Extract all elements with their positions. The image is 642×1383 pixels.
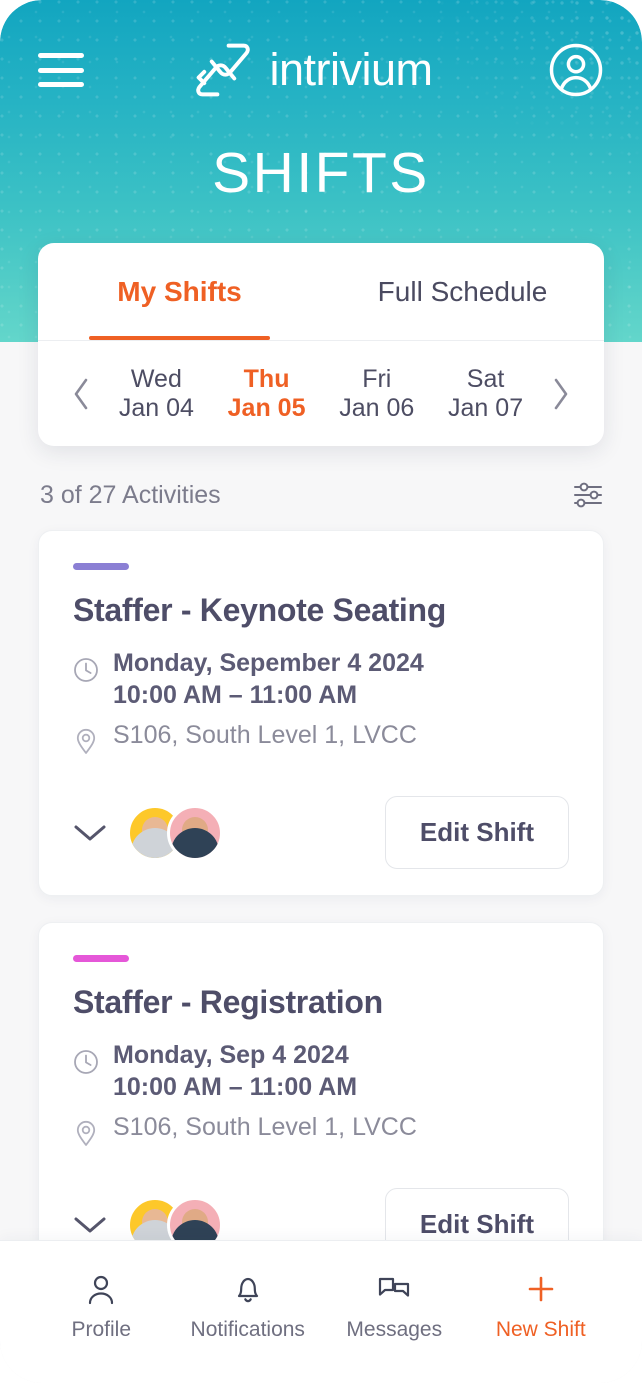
tab-bar: My Shifts Full Schedule — [38, 243, 604, 341]
day-list: Wed Jan 04 Thu Jan 05 Fri Jan 06 Sat Jan… — [102, 361, 540, 427]
hamburger-menu-icon[interactable] — [38, 53, 84, 87]
shift-location-row: S106, South Level 1, LVCC — [73, 1109, 569, 1152]
shift-location: S106, South Level 1, LVCC — [113, 1113, 417, 1141]
nav-item-profile[interactable]: Profile — [28, 1272, 175, 1342]
shift-datetime: Monday, Sepember 4 2024 10:00 AM – 11:00… — [113, 647, 424, 711]
shift-date: Monday, Sepember 4 2024 — [113, 649, 424, 677]
day-date: Jan 06 — [339, 393, 415, 422]
card-accent-bar — [73, 955, 129, 962]
clock-icon — [73, 1039, 99, 1080]
tabs-and-date-card: My Shifts Full Schedule Wed Jan 04 Thu J… — [38, 243, 604, 446]
chat-bubbles-icon — [379, 1277, 410, 1297]
day-date: Jan 05 — [227, 393, 306, 422]
shift-location-row: S106, South Level 1, LVCC — [73, 717, 569, 760]
shift-datetime: Monday, Sep 4 2024 10:00 AM – 11:00 AM — [113, 1039, 357, 1103]
clock-icon — [73, 647, 99, 688]
shift-card-footer: Edit Shift — [73, 796, 569, 869]
chevron-left-icon[interactable] — [60, 377, 102, 411]
nav-item-new-shift[interactable]: New Shift — [468, 1272, 615, 1342]
tab-full-schedule[interactable]: Full Schedule — [321, 243, 604, 340]
mobile-app-screen: intrivium SHIFTS My Shifts Full Schedule — [0, 0, 642, 1383]
chevron-right-icon[interactable] — [540, 377, 582, 411]
plus-icon — [528, 1276, 554, 1302]
bell-icon — [237, 1277, 258, 1303]
shift-time-row: Monday, Sep 4 2024 10:00 AM – 11:00 AM — [73, 1039, 569, 1103]
nav-label: Notifications — [190, 1318, 305, 1341]
avatar-body — [171, 827, 219, 858]
bottom-navigation: Profile Notifications Messages New Shift — [0, 1240, 642, 1383]
shift-card[interactable]: Staffer - Keynote Seating Monday, Sepemb… — [38, 530, 604, 896]
date-strip: Wed Jan 04 Thu Jan 05 Fri Jan 06 Sat Jan… — [38, 341, 604, 446]
brand-logo[interactable]: intrivium — [193, 40, 433, 100]
day-item-sat[interactable]: Sat Jan 07 — [442, 361, 529, 427]
card-accent-bar — [73, 563, 129, 570]
day-name: Thu — [243, 364, 290, 393]
chevron-down-icon[interactable] — [73, 823, 117, 843]
activities-count: 3 of 27 Activities — [40, 480, 221, 509]
day-item-wed[interactable]: Wed Jan 04 — [113, 361, 200, 427]
intrivium-mark-icon — [196, 43, 251, 97]
user-account-icon[interactable] — [548, 42, 604, 98]
shift-card[interactable]: Staffer - Registration Monday, Sep 4 202… — [38, 922, 604, 1288]
nav-label: Profile — [71, 1318, 132, 1341]
shift-time: 10:00 AM – 11:00 AM — [113, 681, 358, 709]
activities-bar: 3 of 27 Activities — [40, 478, 608, 512]
assigned-staff-avatars[interactable] — [127, 804, 223, 861]
location-pin-icon — [73, 1109, 99, 1152]
day-name: Wed — [130, 364, 182, 393]
nav-item-messages[interactable]: Messages — [321, 1272, 468, 1342]
day-name: Sat — [466, 364, 505, 393]
edit-shift-button[interactable]: Edit Shift — [384, 796, 569, 869]
day-date: Jan 07 — [448, 393, 524, 422]
nav-item-notifications[interactable]: Notifications — [175, 1272, 322, 1342]
shift-location: S106, South Level 1, LVCC — [113, 721, 417, 749]
shift-title: Staffer - Keynote Seating — [73, 592, 447, 628]
nav-label: Messages — [346, 1318, 443, 1341]
page-title: SHIFTS — [212, 141, 430, 205]
shift-date: Monday, Sep 4 2024 — [113, 1041, 349, 1069]
shift-time: 10:00 AM – 11:00 AM — [113, 1073, 358, 1101]
day-name: Fri — [362, 364, 392, 393]
location-pin-icon — [73, 717, 99, 760]
top-bar: intrivium — [0, 0, 642, 140]
nav-label: New Shift — [495, 1318, 586, 1341]
day-item-fri[interactable]: Fri Jan 06 — [333, 361, 420, 427]
filter-sliders-icon[interactable] — [568, 478, 608, 512]
brand-name: intrivium — [269, 44, 433, 95]
shift-card-list: Staffer - Keynote Seating Monday, Sepemb… — [38, 530, 604, 1314]
avatar[interactable] — [167, 804, 223, 861]
person-icon — [89, 1275, 114, 1305]
tab-my-shifts[interactable]: My Shifts — [38, 243, 321, 340]
day-date: Jan 04 — [118, 393, 194, 422]
shift-time-row: Monday, Sepember 4 2024 10:00 AM – 11:00… — [73, 647, 569, 711]
chevron-down-icon[interactable] — [73, 1215, 117, 1235]
shift-title: Staffer - Registration — [73, 984, 383, 1020]
day-item-thu[interactable]: Thu Jan 05 — [222, 361, 312, 427]
